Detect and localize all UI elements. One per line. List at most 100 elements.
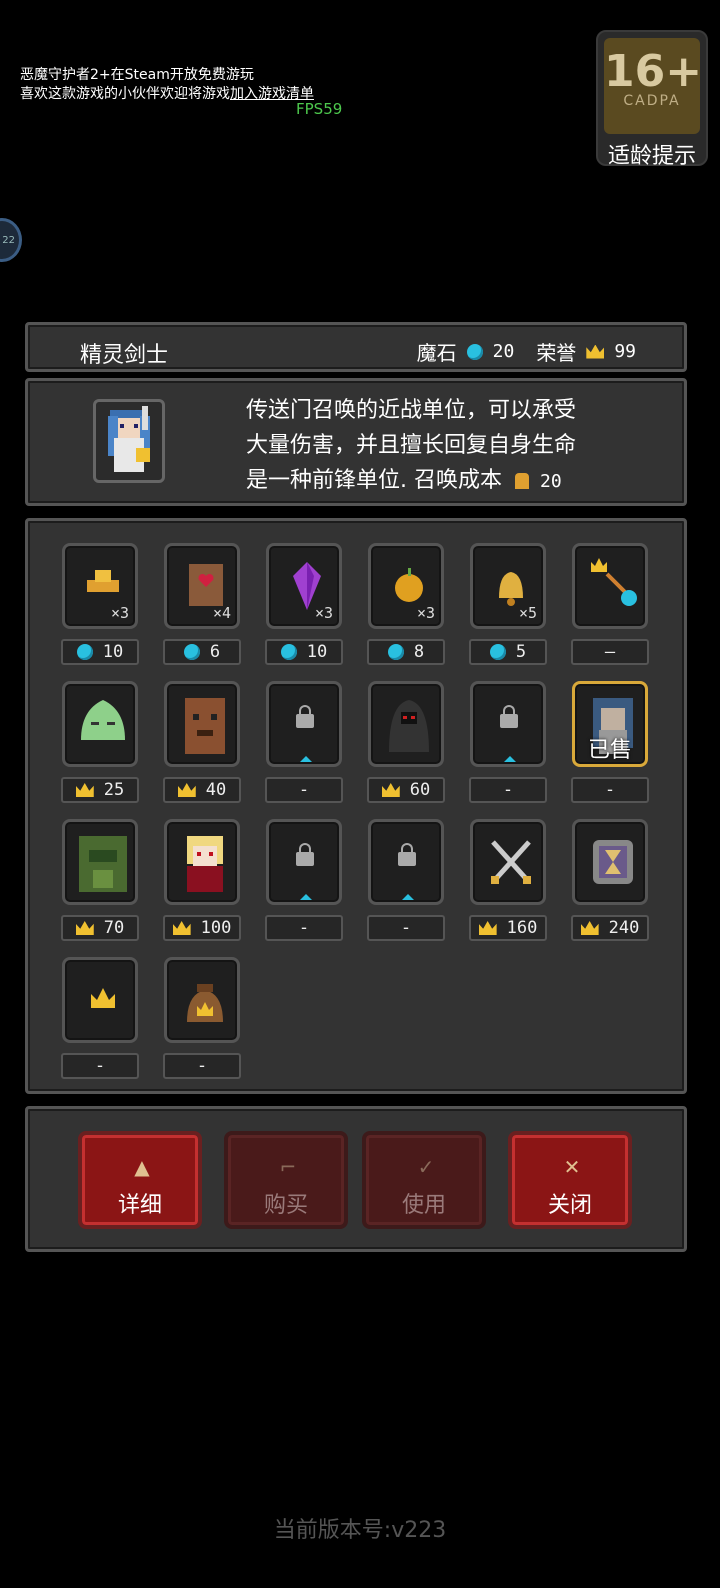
price-value: 25 [103, 780, 125, 800]
magic-stone-label: 魔石 [416, 341, 457, 365]
price-tag: - [469, 777, 547, 803]
shop-slot-crown-to-gem-exchange[interactable] [572, 543, 648, 629]
shop-slot-gold-ingots[interactable]: ×3 [62, 543, 138, 629]
version-label: 当前版本号:v223 [273, 1518, 447, 1543]
bag-icon: ▲ [134, 1155, 150, 1179]
price-value: 40 [205, 780, 227, 800]
unlock-arrow-icon [402, 894, 414, 900]
price-value: 8 [413, 642, 425, 662]
price-value: 60 [409, 780, 431, 800]
price-tag: 6 [163, 639, 241, 665]
price-tag: 70 [61, 915, 139, 941]
price-value: 10 [306, 642, 328, 662]
use-button[interactable]: ✓ 使用 [362, 1131, 486, 1229]
price-tag: - [163, 1053, 241, 1079]
promo-line-2-text: 喜欢这款游戏的小伙伴欢迎将游戏 [20, 86, 230, 102]
price-tag: - [571, 777, 649, 803]
shop-slot-elf-swordsman[interactable]: 已售 [572, 681, 648, 767]
currency-display: 魔石 20 荣誉 99 [417, 337, 636, 366]
price-value: - [196, 1056, 208, 1076]
description-line-2: 大量伤害，并且擅长回复自身生命 [246, 433, 577, 458]
close-icon: ✕ [563, 1155, 581, 1179]
price-tag: - [367, 915, 445, 941]
shop-slot-locked-slot[interactable] [470, 681, 546, 767]
gem-icon [76, 644, 93, 660]
shop-slot-vampire-girl[interactable] [164, 819, 240, 905]
price-value: - [298, 918, 310, 938]
unlock-arrow-icon [300, 756, 312, 762]
price-value: - [94, 1056, 106, 1076]
crown-icon [381, 783, 400, 797]
price-tag: 40 [163, 777, 241, 803]
price-tag: 5 [469, 639, 547, 665]
description-line-1: 传送门召唤的近战单位，可以承受 [246, 398, 577, 423]
shop-slot-tree-stump[interactable] [164, 681, 240, 767]
price-value: 10 [102, 642, 124, 662]
detail-button-label: 详细 [117, 1193, 162, 1218]
price-tag: — [571, 639, 649, 665]
buy-button[interactable]: ⌐ 购买 [224, 1131, 348, 1229]
elf-swordsman-portrait [93, 399, 165, 483]
detail-button[interactable]: ▲ 详细 [78, 1131, 202, 1229]
price-value: - [400, 918, 412, 938]
shop-slot-green-slime[interactable] [62, 681, 138, 767]
price-value: 5 [515, 642, 527, 662]
price-tag: - [265, 915, 343, 941]
shop-slot-golden-apple[interactable]: ×3 [368, 543, 444, 629]
price-value: 6 [209, 642, 221, 662]
item-quantity: ×5 [518, 604, 537, 622]
age-rating-emblem: 16+ CADPA [604, 38, 702, 134]
price-value: - [298, 780, 310, 800]
price-value: — [604, 642, 616, 662]
shop-slot-hourglass-frame[interactable] [572, 819, 648, 905]
price-tag: - [265, 777, 343, 803]
shop-slot-hooded-reaper[interactable] [368, 681, 444, 767]
close-button[interactable]: ✕ 关闭 [508, 1131, 632, 1229]
summon-cost-icon [515, 473, 529, 489]
shop-slot-purple-crystal[interactable]: ×3 [266, 543, 342, 629]
shop-header: 精灵剑士 魔石 20 荣誉 99 [25, 322, 687, 372]
shop-slot-locked-slot[interactable] [266, 819, 342, 905]
gem-icon [466, 343, 483, 360]
shop-slot-locked-slot[interactable] [368, 819, 444, 905]
elf-swordsman-sprite-icon [108, 406, 150, 472]
description-line-3-text: 是一种前锋单位. 召唤成本 [246, 468, 502, 493]
shop-slot-crown-bag[interactable] [164, 957, 240, 1043]
honor-value: 99 [614, 341, 636, 362]
shop-slot-locked-slot[interactable] [266, 681, 342, 767]
close-button-label: 关闭 [547, 1193, 592, 1218]
lock-icon [296, 705, 314, 728]
price-tag: 160 [469, 915, 547, 941]
price-value: 70 [103, 918, 125, 938]
use-button-label: 使用 [401, 1193, 446, 1218]
shop-slot-heart-scroll[interactable]: ×4 [164, 543, 240, 629]
shop-slot-crossed-swords[interactable] [470, 819, 546, 905]
age-rating-badge: 16+ CADPA 适龄提示 [596, 30, 708, 169]
description-line-3: 是一种前锋单位. 召唤成本 20 [246, 463, 576, 499]
honor-label: 荣誉 [536, 341, 577, 365]
price-value: - [604, 780, 616, 800]
price-tag: 240 [571, 915, 649, 941]
gem-icon [280, 644, 297, 660]
summon-cost-value: 20 [540, 471, 562, 492]
promo-line-1: 恶魔守护者2+在Steam开放免费游玩 [20, 67, 254, 83]
lock-icon [296, 843, 314, 866]
crown-icon [580, 921, 599, 935]
item-quantity: ×3 [314, 604, 333, 622]
side-menu-bubble[interactable]: 22 [0, 218, 22, 262]
crown-icon [478, 921, 497, 935]
shop-slot-small-crown[interactable] [62, 957, 138, 1043]
checkmark-icon: ✓ [417, 1155, 435, 1179]
age-rating-tip: 适龄提示 [607, 144, 696, 169]
buy-button-label: 购买 [263, 1193, 308, 1218]
shop-slot-golden-bell[interactable]: ×5 [470, 543, 546, 629]
crown-icon [75, 921, 94, 935]
shop-slot-leaf-golem[interactable] [62, 819, 138, 905]
unlock-arrow-icon [504, 756, 516, 762]
shop-grid-panel: ×3 10 ×4 6 ×3 10 ×3 8 ×5 5 — 25 40 - 60 - 已售 - 70 100 - - 160 2… [25, 518, 687, 1094]
price-tag: 60 [367, 777, 445, 803]
price-value: 100 [200, 918, 232, 938]
price-value: 160 [506, 918, 538, 938]
cart-icon: ⌐ [279, 1155, 297, 1179]
lock-icon [398, 843, 416, 866]
